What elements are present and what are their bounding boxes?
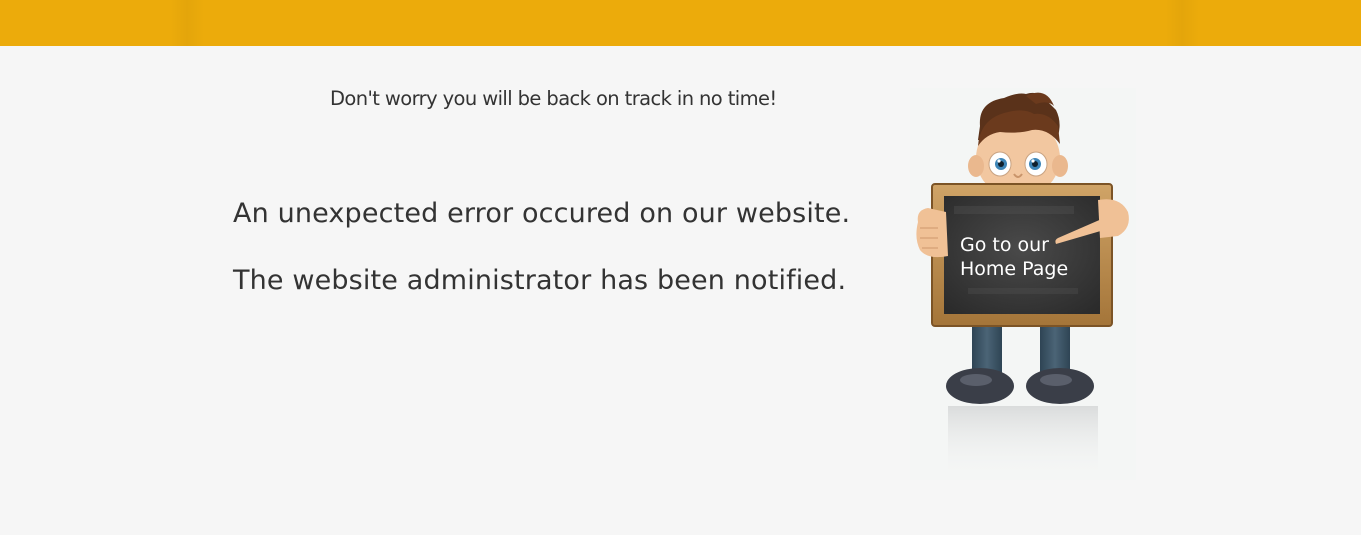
top-bar-shade-left [170, 0, 204, 46]
home-link-line2: Home Page [960, 258, 1069, 280]
admin-notified-message: The website administrator has been notif… [233, 265, 847, 296]
home-page-link[interactable]: Go to our Home Page [956, 232, 1090, 292]
error-message: An unexpected error occured on our websi… [233, 198, 851, 229]
top-bar-shade-right [1165, 0, 1199, 46]
home-link-line1: Go to our [960, 234, 1049, 256]
top-bar [0, 0, 1361, 46]
reassurance-text: Don't worry you will be back on track in… [330, 87, 777, 110]
